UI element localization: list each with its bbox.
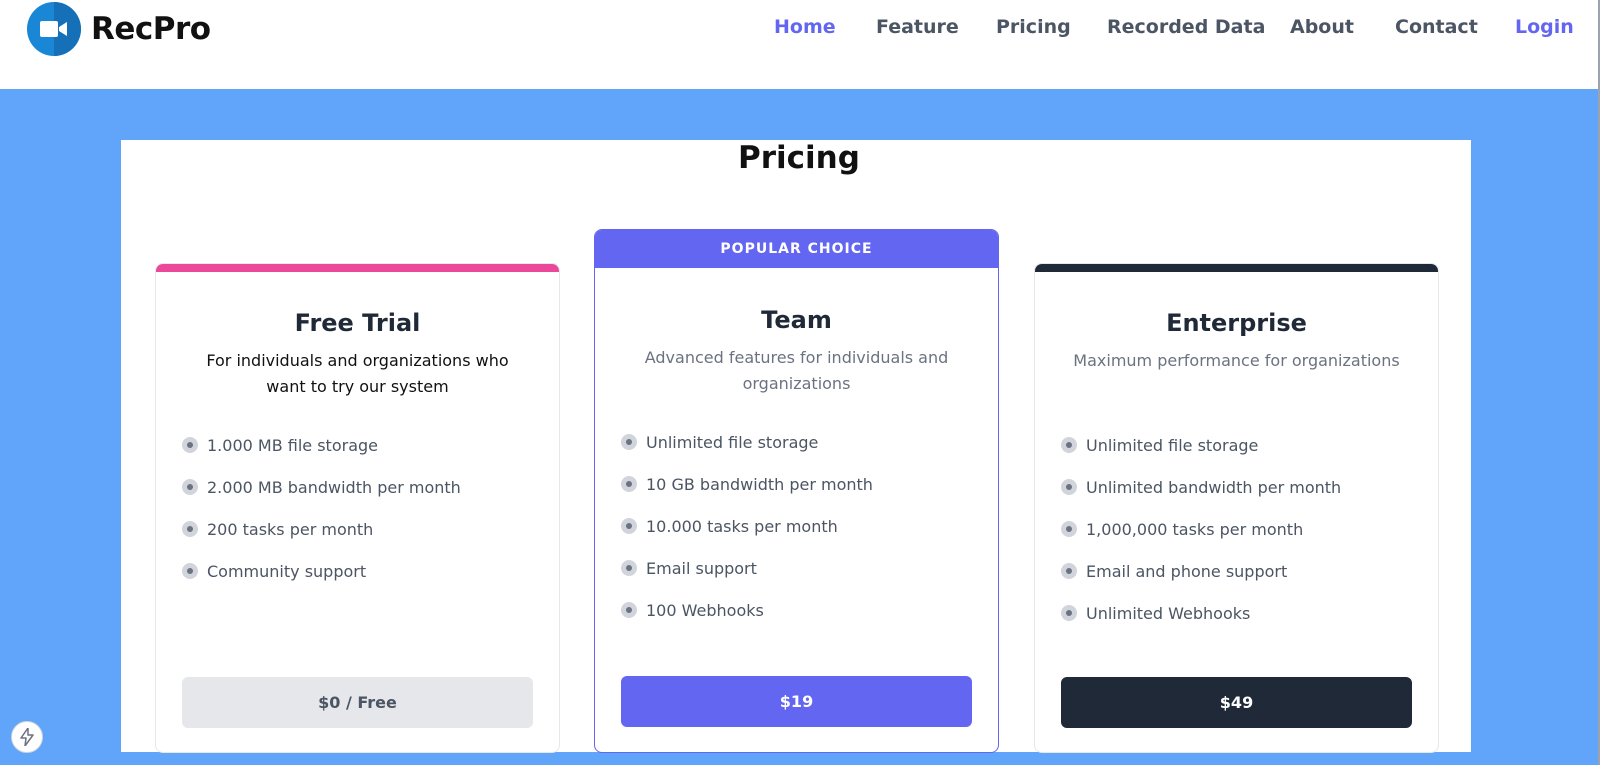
feature-text: Unlimited Webhooks — [1086, 603, 1251, 623]
feature-text: 1.000 MB file storage — [207, 435, 378, 455]
feature-text: Email support — [646, 558, 757, 578]
nav-feature[interactable]: Feature — [876, 16, 959, 38]
bullet-icon — [182, 521, 198, 537]
bullet-icon — [621, 434, 637, 450]
feature-item: 10.000 tasks per month — [621, 505, 873, 547]
feature-item: 10 GB bandwidth per month — [621, 463, 873, 505]
nav-home[interactable]: Home — [774, 16, 836, 38]
feature-text: Community support — [207, 561, 367, 581]
select-free-trial-button[interactable]: $0 / Free — [182, 677, 533, 728]
feature-item: Unlimited file storage — [1061, 424, 1341, 466]
feature-item: Email support — [621, 547, 873, 589]
feature-text: Unlimited file storage — [646, 432, 819, 452]
bullet-icon — [621, 602, 637, 618]
feature-item: 2.000 MB bandwidth per month — [182, 466, 461, 508]
feature-text: 100 Webhooks — [646, 600, 764, 620]
feature-text: Unlimited file storage — [1086, 435, 1259, 455]
feature-item: Unlimited bandwidth per month — [1061, 466, 1341, 508]
feature-text: Unlimited bandwidth per month — [1086, 477, 1342, 497]
bullet-icon — [1061, 437, 1077, 453]
plan-title: Team — [761, 306, 832, 334]
site-header: RecPro Home Feature Pricing Recorded Dat… — [0, 0, 1600, 89]
feature-text: Email and phone support — [1086, 561, 1288, 581]
bullet-icon — [182, 563, 198, 579]
nav-pricing[interactable]: Pricing — [996, 16, 1071, 38]
plan-description: Maximum performance for organizations — [1073, 351, 1400, 370]
bullet-icon — [1061, 521, 1077, 537]
section-title: Pricing — [738, 140, 860, 176]
plan-card-enterprise: Enterprise Maximum performance for organ… — [1034, 263, 1439, 753]
feature-item: 100 Webhooks — [621, 589, 873, 631]
nav-login[interactable]: Login — [1515, 16, 1574, 38]
feature-text: 10 GB bandwidth per month — [646, 474, 873, 494]
feature-text: 1,000,000 tasks per month — [1086, 519, 1304, 539]
feature-text: 10.000 tasks per month — [646, 516, 838, 536]
feature-item: Community support — [182, 550, 461, 592]
card-accent-bar — [156, 264, 559, 272]
lightning-icon[interactable] — [11, 721, 43, 753]
card-accent-bar — [1035, 264, 1438, 272]
popular-choice-badge: POPULAR CHOICE — [595, 230, 998, 268]
plan-card-free-trial: Free Trial For individuals and organizat… — [155, 263, 560, 753]
feature-list: 1.000 MB file storage 2.000 MB bandwidth… — [182, 424, 461, 592]
feature-list: Unlimited file storage Unlimited bandwid… — [1061, 424, 1341, 634]
bullet-icon — [621, 560, 637, 576]
bullet-icon — [182, 437, 198, 453]
select-enterprise-button[interactable]: $49 — [1061, 677, 1412, 728]
bullet-icon — [1061, 563, 1077, 579]
plan-description: For individuals and organizations who wa… — [206, 351, 509, 396]
plan-card-team: POPULAR CHOICE Team Advanced features fo… — [594, 229, 999, 753]
plan-title: Enterprise — [1166, 309, 1307, 337]
feature-text: 2.000 MB bandwidth per month — [207, 477, 461, 497]
feature-item: Unlimited file storage — [621, 421, 873, 463]
bullet-icon — [182, 479, 198, 495]
bullet-icon — [1061, 479, 1077, 495]
plan-description: Advanced features for individuals and or… — [644, 348, 949, 393]
main-nav: Home Feature Pricing Recorded Data About… — [0, 16, 1600, 44]
select-team-button[interactable]: $19 — [621, 676, 972, 727]
feature-text: 200 tasks per month — [207, 519, 374, 539]
nav-recorded-data[interactable]: Recorded Data — [1107, 16, 1265, 38]
nav-contact[interactable]: Contact — [1395, 16, 1478, 38]
bullet-icon — [1061, 605, 1077, 621]
bullet-icon — [621, 476, 637, 492]
feature-item: 200 tasks per month — [182, 508, 461, 550]
feature-item: Email and phone support — [1061, 550, 1341, 592]
plan-title: Free Trial — [294, 309, 421, 337]
bullet-icon — [621, 518, 637, 534]
feature-list: Unlimited file storage 10 GB bandwidth p… — [621, 421, 873, 631]
feature-item: 1.000 MB file storage — [182, 424, 461, 466]
feature-item: 1,000,000 tasks per month — [1061, 508, 1341, 550]
nav-about[interactable]: About — [1290, 16, 1354, 38]
feature-item: Unlimited Webhooks — [1061, 592, 1341, 634]
